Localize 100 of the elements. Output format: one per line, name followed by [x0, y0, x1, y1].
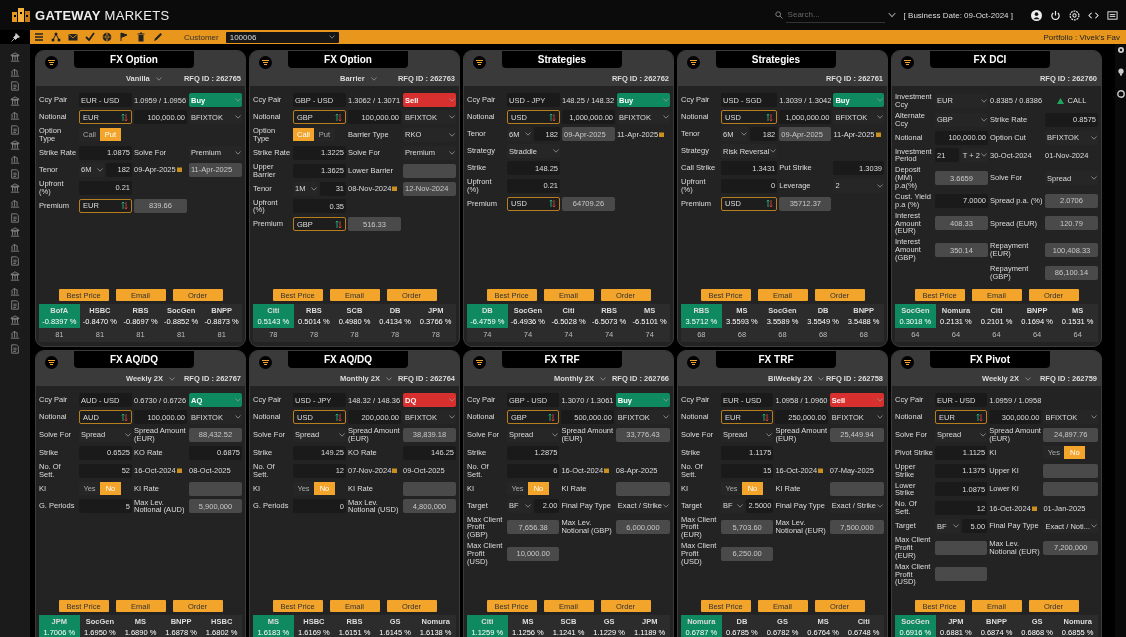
network-icon[interactable]: [51, 32, 61, 42]
up-triangle-icon: [1056, 97, 1064, 104]
chart-icon[interactable]: [10, 110, 20, 121]
filter-icon[interactable]: [473, 56, 486, 69]
document-icon[interactable]: [10, 81, 20, 92]
caret-icon: [449, 98, 455, 102]
document-icon[interactable]: [10, 300, 20, 311]
filter-icon[interactable]: [259, 356, 272, 369]
swap-icon[interactable]: [976, 412, 984, 422]
chart-icon[interactable]: [10, 285, 20, 296]
business-date: [ Business Date: 09-Oct-2024 ]: [903, 10, 1013, 20]
chart-icon[interactable]: [10, 197, 20, 208]
caret-icon: [449, 132, 455, 137]
chart-icon[interactable]: [10, 66, 20, 77]
bank-icon[interactable]: [10, 52, 20, 62]
card-title: Strategies: [502, 51, 622, 68]
card-title: FX TRF: [502, 351, 622, 368]
filter-icon[interactable]: [45, 356, 58, 369]
check-icon[interactable]: [85, 32, 95, 42]
filter-icon[interactable]: [901, 56, 914, 69]
caret-icon: [663, 503, 669, 508]
calendar-icon[interactable]: [1031, 505, 1037, 511]
filter-icon[interactable]: [901, 356, 914, 369]
swap-icon[interactable]: [121, 201, 128, 210]
calendar-icon[interactable]: [604, 468, 610, 474]
brand-name: GATEWAY MARKETS: [35, 7, 170, 23]
swap-icon[interactable]: [335, 412, 342, 422]
filter-icon[interactable]: [687, 356, 700, 369]
swap-icon[interactable]: [766, 199, 774, 209]
caret-icon: [981, 117, 987, 122]
caret-icon: [770, 149, 777, 153]
swap-icon[interactable]: [121, 412, 128, 422]
bank-icon[interactable]: [10, 270, 20, 281]
swap-icon[interactable]: [335, 219, 342, 229]
bank-icon[interactable]: [10, 95, 20, 106]
caret-icon: [740, 132, 747, 136]
calendar-icon[interactable]: [659, 131, 665, 137]
flag-icon[interactable]: [119, 32, 129, 42]
card-title: FX Pivot: [930, 351, 1050, 368]
bank-icon[interactable]: [10, 314, 20, 325]
readonly-field: [189, 481, 242, 496]
swap-icon[interactable]: [548, 412, 556, 422]
mail-icon[interactable]: [68, 32, 78, 42]
caret-icon: [311, 186, 317, 191]
card-title: FX Option: [288, 51, 408, 68]
user-icon[interactable]: [1031, 9, 1042, 21]
swap-icon[interactable]: [766, 112, 774, 122]
readonly-field: [403, 481, 456, 496]
filter-icon[interactable]: [687, 56, 700, 69]
document-icon[interactable]: [10, 124, 20, 135]
search-field[interactable]: Search...: [785, 7, 885, 23]
document-icon[interactable]: [10, 343, 20, 354]
card-title: FX DCI: [930, 51, 1050, 68]
readonly-field: [935, 540, 988, 555]
filter-icon[interactable]: [45, 56, 58, 69]
calendar-icon[interactable]: [818, 468, 824, 474]
pen-icon[interactable]: [153, 32, 163, 42]
card-title: Strategies: [716, 51, 836, 68]
bank-icon[interactable]: [10, 183, 20, 194]
filter-icon[interactable]: [259, 56, 272, 69]
globe-icon[interactable]: [102, 32, 112, 42]
caret-icon: [981, 98, 987, 103]
document-icon[interactable]: [10, 168, 20, 179]
eye-icon[interactable]: [1116, 46, 1125, 54]
caret-icon: [235, 115, 241, 119]
chart-icon[interactable]: [10, 154, 20, 165]
caret-icon: [449, 415, 455, 419]
card-title: FX TRF: [716, 351, 836, 368]
caret-icon: [981, 153, 987, 158]
bank-icon[interactable]: [10, 139, 20, 150]
caret-icon: [952, 524, 959, 528]
caret-icon: [235, 415, 241, 419]
power-icon[interactable]: [1050, 9, 1061, 21]
chart-icon[interactable]: [10, 329, 20, 340]
swap-icon[interactable]: [335, 112, 342, 122]
calendar-icon[interactable]: [392, 468, 398, 474]
swap-icon[interactable]: [549, 112, 556, 122]
caret-icon: [877, 183, 883, 188]
bank-icon[interactable]: [10, 227, 20, 238]
calendar-icon[interactable]: [176, 468, 182, 474]
bulb-icon[interactable]: [1116, 68, 1125, 76]
calendar-icon[interactable]: [176, 167, 182, 173]
calendar-icon[interactable]: [392, 186, 398, 191]
calendar-icon[interactable]: [875, 131, 881, 137]
readonly-field: [403, 163, 456, 178]
chart-icon[interactable]: [10, 241, 20, 252]
caret-icon: [887, 11, 896, 19]
caret-icon: [169, 376, 175, 381]
pin-icon[interactable]: [10, 32, 20, 42]
document-icon[interactable]: [10, 212, 20, 223]
swap-icon[interactable]: [762, 412, 770, 422]
caret-icon: [877, 503, 883, 508]
caret-icon: [97, 167, 103, 172]
document-icon[interactable]: [10, 256, 20, 267]
customer-dropdown[interactable]: 100006: [225, 31, 339, 43]
filter-icon[interactable]: [473, 356, 486, 369]
caret-icon: [980, 432, 987, 437]
trash-icon[interactable]: [136, 32, 146, 42]
swap-icon[interactable]: [121, 112, 128, 122]
swap-icon[interactable]: [549, 199, 556, 209]
